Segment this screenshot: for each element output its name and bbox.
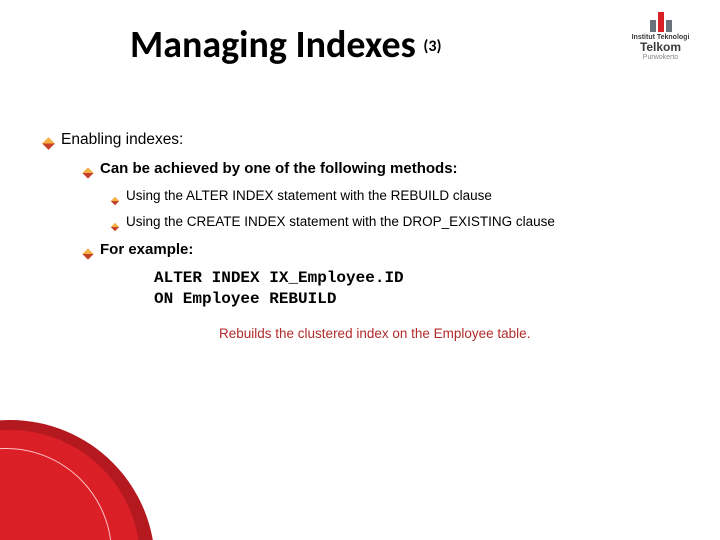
code-line: ALTER INDEX IX_Employee.ID [154,268,690,290]
logo-mark [613,8,708,32]
logo-line2: Telkom [613,41,708,54]
bullet-level2: For example: [84,240,690,264]
logo-line3: Purwokerto [613,54,708,61]
code-example: ALTER INDEX IX_Employee.ID ON Employee R… [154,268,690,311]
bullet-level1: Enabling indexes: [44,130,690,155]
diamond-bullet-icon [112,191,118,209]
diamond-bullet-icon [84,244,92,264]
title-main: Managing Indexes [130,22,416,68]
institution-logo: Institut Teknologi Telkom Purwokerto [613,8,708,61]
diamond-bullet-icon [112,217,118,235]
bullet-text: Enabling indexes: [61,130,183,151]
slide-content: Enabling indexes: Can be achieved by one… [44,130,690,343]
diamond-bullet-icon [44,134,53,155]
slide: { "title": { "main": "Managing Indexes",… [0,0,720,540]
bullet-level3: Using the CREATE INDEX statement with th… [112,213,690,235]
slide-title: Managing Indexes (3) [130,22,441,68]
diamond-bullet-icon [84,163,92,183]
bullet-text: Using the ALTER INDEX statement with the… [126,187,492,205]
bullet-text: Using the CREATE INDEX statement with th… [126,213,555,231]
bullet-text: Can be achieved by one of the following … [100,159,458,179]
example-note: Rebuilds the clustered index on the Empl… [219,325,690,343]
title-sub: (3) [423,37,441,56]
bullet-level2: Can be achieved by one of the following … [84,159,690,183]
bullet-level3: Using the ALTER INDEX statement with the… [112,187,690,209]
code-line: ON Employee REBUILD [154,289,690,311]
bullet-text: For example: [100,240,193,260]
